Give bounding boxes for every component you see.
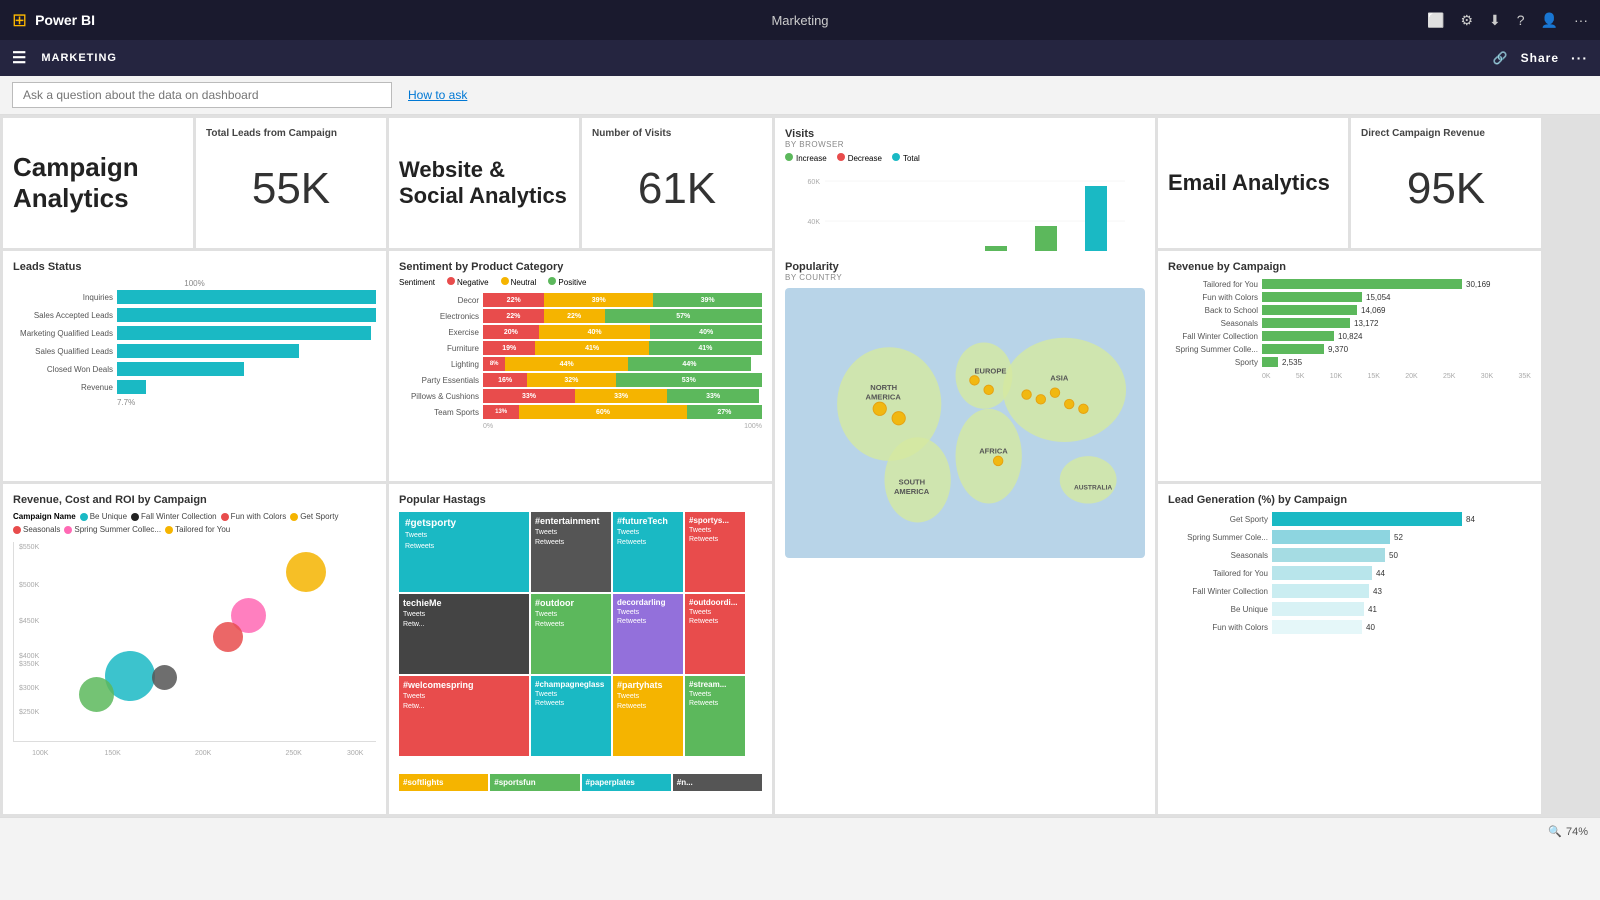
zoom-icon: 🔍 (1548, 825, 1562, 838)
hashtags-grid: #getsportyTweetsRetweets #entertainmentT… (399, 512, 762, 772)
hamburger-icon[interactable]: ☰ (12, 48, 27, 68)
zoom-label[interactable]: 74% (1566, 826, 1588, 838)
revenue-campaign-card: Revenue by Campaign Tailored for You 30,… (1158, 251, 1541, 481)
lead-gen-bars: Get Sporty 84 Spring Summer Cole... 52 S… (1168, 512, 1531, 634)
visits-legend: Increase Decrease Total (785, 153, 1145, 163)
campaign-analytics-card: Campaign Analytics (3, 118, 193, 248)
sentiment-card: Sentiment by Product Category Sentiment … (389, 251, 772, 481)
svg-text:AMERICA: AMERICA (894, 487, 930, 496)
sub-navigation: ☰ MARKETING 🔗 Share ··· (0, 40, 1600, 76)
website-social-title: Website & Social Analytics (399, 157, 569, 210)
svg-text:EUROPE: EUROPE (974, 367, 1006, 376)
lead-gen-card: Lead Generation (%) by Campaign Get Spor… (1158, 484, 1541, 814)
visits-browser-title: Visits (785, 128, 1145, 140)
svg-text:AFRICA: AFRICA (979, 446, 1008, 455)
sentiment-legend: Sentiment Negative Neutral Positive (399, 277, 762, 287)
how-to-ask-link[interactable]: How to ask (408, 88, 467, 102)
svg-text:SOUTH: SOUTH (899, 478, 925, 487)
brand-name: Power BI (35, 12, 95, 28)
svg-text:AMERICA: AMERICA (866, 392, 902, 401)
popular-hashtags-card: Popular Hastags #getsportyTweetsRetweets… (389, 484, 772, 814)
num-visits-value: 61K (592, 139, 762, 238)
qa-input[interactable] (12, 82, 392, 108)
svg-text:40K: 40K (808, 219, 821, 226)
email-analytics-title: Email Analytics (1168, 170, 1330, 196)
direct-revenue-card: Direct Campaign Revenue 95K (1351, 118, 1541, 248)
user-icon[interactable]: 👤 (1541, 12, 1558, 29)
revenue-campaign-title: Revenue by Campaign (1168, 261, 1531, 273)
svg-text:AUSTRALIA: AUSTRALIA (1074, 484, 1112, 491)
website-social-card: Website & Social Analytics (389, 118, 579, 248)
leads-status-min-pct: 7.7% (13, 398, 376, 407)
leads-status-title: Leads Status (13, 261, 376, 273)
revenue-cost-title: Revenue, Cost and ROI by Campaign (13, 494, 376, 506)
display-icon[interactable]: ⬜ (1427, 12, 1444, 29)
popularity-title: Popularity (785, 261, 1145, 273)
workspace-title: MARKETING (41, 52, 117, 64)
more-options-icon[interactable]: ··· (1574, 12, 1588, 28)
page-title: Marketing (771, 13, 828, 28)
visits-browser-subtitle: BY BROWSER (785, 140, 1145, 149)
svg-text:60K: 60K (808, 179, 821, 186)
total-leads-title: Total Leads from Campaign (206, 128, 376, 139)
share-icon: 🔗 (1493, 51, 1509, 65)
svg-text:NORTH: NORTH (870, 383, 897, 392)
world-map: NORTH AMERICA SOUTH AMERICA EUROPE AFRIC… (785, 288, 1145, 558)
total-leads-value: 55K (206, 139, 376, 238)
direct-revenue-value: 95K (1361, 139, 1531, 238)
email-analytics-card: Email Analytics (1158, 118, 1348, 248)
bottom-bar: 🔍 74% (0, 817, 1600, 845)
revenue-cost-legend: Campaign Name Be Unique Fall Winter Coll… (13, 512, 376, 534)
total-leads-card: Total Leads from Campaign 55K (196, 118, 386, 248)
sentiment-rows: Decor 22% 39% 39% Electronics 22% 22% 57… (399, 293, 762, 430)
leads-status-bars: Inquiries Sales Accepted Leads Marketing… (13, 290, 376, 394)
download-icon[interactable]: ⬇ (1489, 12, 1501, 29)
top-navigation: ⊞ Power BI Marketing ⬜ ⚙ ⬇ ? 👤 ··· (0, 0, 1600, 40)
sentiment-title: Sentiment by Product Category (399, 261, 762, 273)
share-button[interactable]: Share (1521, 51, 1559, 65)
revenue-campaign-bars: Tailored for You 30,169 Fun with Colors … (1168, 279, 1531, 367)
revenue-cost-card: Revenue, Cost and ROI by Campaign Campai… (3, 484, 386, 814)
svg-text:ASIA: ASIA (1050, 373, 1069, 382)
num-visits-title: Number of Visits (592, 128, 762, 139)
popular-hashtags-title: Popular Hastags (399, 494, 762, 506)
popularity-subtitle: BY COUNTRY (785, 273, 1145, 282)
decrease-legend: Decrease (837, 153, 882, 163)
revenue-cost-scatter: Revenue $550K $500K $450K $400K $350K $3… (13, 542, 376, 742)
direct-revenue-title: Direct Campaign Revenue (1361, 128, 1531, 139)
help-icon[interactable]: ? (1517, 12, 1525, 28)
popularity-card: Popularity BY COUNTRY NORTH AMERICA SOUT… (775, 251, 1155, 814)
total-legend: Total (892, 153, 920, 163)
app-grid-icon[interactable]: ⊞ (12, 10, 27, 31)
lead-gen-title: Lead Generation (%) by Campaign (1168, 494, 1531, 506)
overflow-icon[interactable]: ··· (1571, 50, 1588, 66)
leads-status-card: Leads Status 100% Inquiries Sales Accept… (3, 251, 386, 481)
campaign-analytics-title: Campaign Analytics (13, 152, 183, 214)
num-visits-card: Number of Visits 61K (582, 118, 772, 248)
increase-legend: Increase (785, 153, 827, 163)
leads-status-pct-top: 100% (13, 279, 376, 288)
settings-icon[interactable]: ⚙ (1460, 12, 1473, 29)
